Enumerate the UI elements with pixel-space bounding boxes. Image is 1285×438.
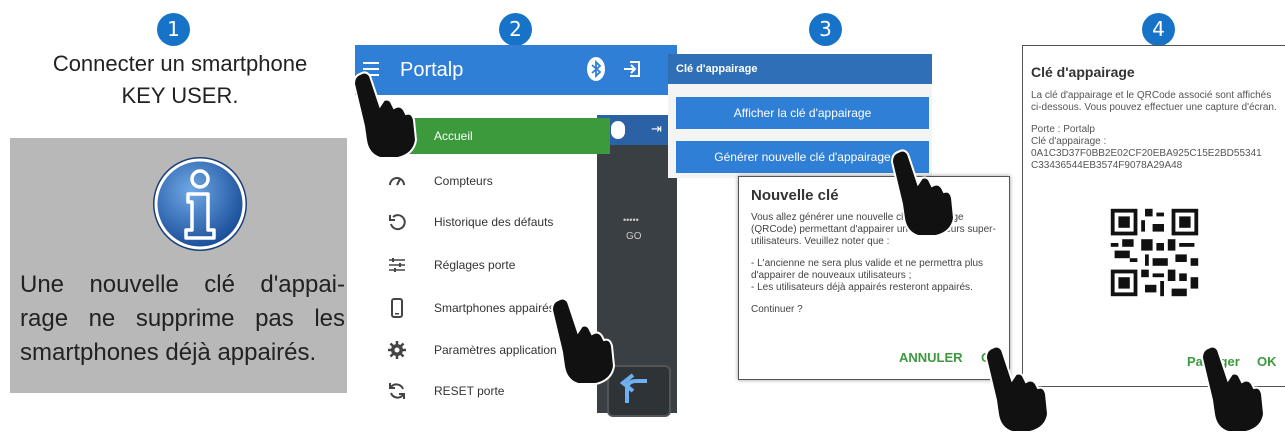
app-bar: Portalp	[355, 45, 677, 95]
menu-item-reset[interactable]: RESET porte	[355, 373, 605, 409]
dialog-question: Continuer ?	[751, 304, 803, 315]
menu-item-historique[interactable]: Historique des défauts	[355, 204, 605, 240]
step-badge-3: 3	[809, 13, 842, 46]
app-drawer-screen: Portalp ⇥ ••••• GO Accueil Compteurs His…	[355, 45, 677, 417]
gear-icon	[388, 341, 406, 359]
logout-icon[interactable]	[623, 60, 641, 78]
app-title: Portalp	[400, 59, 464, 81]
background-screen: ⇥ ••••• GO	[597, 115, 677, 417]
sliders-icon	[389, 258, 405, 272]
info-line-3: smartphones déjà appairés.	[20, 339, 317, 366]
reset-icon	[389, 383, 405, 399]
background-bluetooth-icon	[611, 121, 625, 139]
menu-item-label: Paramètres application	[434, 343, 557, 357]
menu-item-reglages[interactable]: Réglages porte	[355, 247, 605, 283]
pairing-title: Clé d'appairage	[676, 63, 758, 75]
step-badge-4: 4	[1142, 13, 1175, 46]
generate-key-button[interactable]: Générer nouvelle clé d'appairage	[676, 141, 929, 173]
bluetooth-icon[interactable]	[587, 57, 605, 81]
result-title: Clé d'appairage	[1031, 64, 1135, 80]
menu-item-parametres[interactable]: Paramètres application	[355, 332, 605, 368]
key-value-line-2: C33436544EB3574F9078A29A48	[1031, 160, 1183, 171]
hamburger-icon[interactable]	[363, 62, 379, 76]
menu-item-label: Historique des défauts	[434, 215, 554, 229]
key-value-line-1: 0A1C3D37F0BB2E02CF20EBA925C15E2BD55341	[1031, 148, 1262, 159]
intro-line-2: KEY USER.	[121, 83, 239, 108]
ok-button[interactable]: OK	[1257, 354, 1277, 369]
menu-item-label: Accueil	[434, 129, 473, 143]
door-label: Porte : Portalp	[1031, 124, 1095, 135]
menu-item-label: Réglages porte	[434, 258, 516, 272]
qr-code-image	[1107, 205, 1202, 300]
background-dots: •••••	[623, 215, 639, 225]
smartphone-icon	[391, 298, 403, 318]
step-badge-1: 1	[157, 13, 190, 46]
dialog-body: Vous allez générer une nouvelle clé d'ap…	[751, 212, 1003, 316]
show-key-button[interactable]: Afficher la clé d'appairage	[676, 97, 929, 129]
result-body: La clé d'appairage et le QRCode associé …	[1031, 90, 1281, 172]
menu-item-compteurs[interactable]: Compteurs	[355, 163, 605, 199]
info-icon	[153, 157, 247, 251]
info-text: Une nouvelle clé d'appai- rage ne suppri…	[20, 268, 345, 370]
ok-button[interactable]: OK	[981, 350, 1001, 365]
intro-text: Connecter un smartphone KEY USER.	[30, 48, 330, 112]
intro-line-1: Connecter un smartphone	[52, 51, 308, 76]
menu-item-label: Compteurs	[434, 174, 493, 188]
background-go-label: GO	[626, 231, 642, 242]
cancel-button[interactable]: ANNULER	[899, 350, 963, 365]
key-label: Clé d'appairage :	[1031, 136, 1107, 147]
return-arrow-icon	[619, 373, 647, 403]
menu-item-smartphones[interactable]: Smartphones appairés	[355, 290, 605, 326]
info-line-2: rage ne supprime pas les	[20, 305, 345, 332]
step-badge-2: 2	[499, 13, 532, 46]
result-description: La clé d'appairage et le QRCode associé …	[1031, 90, 1277, 113]
dialog-paragraph-2: - L'ancienne ne sera plus valide et ne p…	[751, 258, 984, 281]
share-button[interactable]: Partager	[1187, 354, 1240, 369]
info-line-1: Une nouvelle clé d'appai-	[20, 271, 345, 298]
dialog-title: Nouvelle clé	[751, 187, 839, 204]
menu-item-label: RESET porte	[434, 384, 505, 398]
menu-item-accueil[interactable]: Accueil	[381, 118, 610, 154]
background-logout-icon: ⇥	[651, 121, 662, 136]
pairing-app-bar: Clé d'appairage	[668, 54, 932, 84]
gauge-icon	[389, 177, 405, 186]
menu-item-label: Smartphones appairés	[434, 301, 555, 315]
dialog-paragraph-3: - Les utilisateurs déjà appairés restero…	[751, 282, 973, 293]
dialog-paragraph-1: Vous allez générer une nouvelle clé d'ap…	[751, 212, 996, 247]
history-icon	[389, 214, 406, 231]
new-key-dialog: Nouvelle clé Vous allez générer une nouv…	[738, 176, 1010, 380]
